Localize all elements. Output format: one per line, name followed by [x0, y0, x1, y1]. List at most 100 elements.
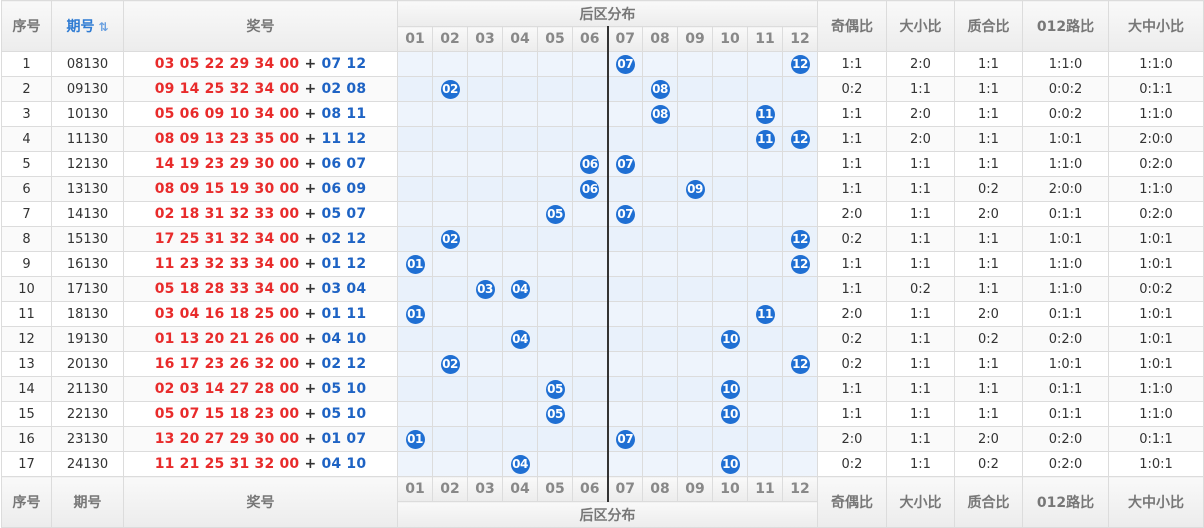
back-ball: 07 [615, 54, 635, 74]
row-big-mid-small: 1:1:0 [1108, 376, 1204, 402]
header-num-12: 12 [782, 26, 818, 52]
back-cell-12 [782, 376, 818, 402]
back-cell-10 [712, 151, 748, 177]
back-ball: 12 [790, 229, 810, 249]
back-cell-03 [467, 226, 503, 252]
back-numbers: 05 10 [321, 381, 367, 397]
back-cell-06 [572, 301, 608, 327]
footer-issue: 期号 [51, 476, 124, 528]
header-num-01: 01 [397, 26, 433, 52]
row-big-small: 2:0 [886, 51, 955, 77]
row-big-mid-small: 1:1:0 [1108, 51, 1204, 77]
col-issue-header[interactable]: 期号 ⇅ [51, 0, 124, 52]
back-cell-12 [782, 301, 818, 327]
back-cell-07 [606, 451, 643, 477]
row-prize-numbers: 08 09 15 19 30 00 + 06 09 [123, 176, 398, 202]
back-cell-08 [642, 51, 678, 77]
header-num-04: 04 [502, 26, 538, 52]
row-issue: 21130 [51, 376, 124, 402]
back-ball: 06 [580, 154, 600, 174]
back-cell-03 [467, 101, 503, 127]
row-prize-numbers: 03 04 16 18 25 00 + 01 11 [123, 301, 398, 327]
row-big-small: 1:1 [886, 326, 955, 352]
row-prime-composite: 1:1 [954, 51, 1023, 77]
footer-num-08: 08 [642, 476, 678, 502]
back-ball: 11 [755, 304, 775, 324]
back-cell-08 [642, 451, 678, 477]
back-cell-04 [502, 351, 538, 377]
back-cell-01 [397, 201, 433, 227]
row-issue: 08130 [51, 51, 124, 77]
back-cell-11: 11 [747, 101, 783, 127]
col-seq-header: 序号 [1, 0, 52, 52]
row-big-small: 0:2 [886, 276, 955, 302]
front-numbers: 03 04 16 18 25 00 [154, 306, 300, 322]
back-cell-07 [606, 176, 643, 202]
header-num-05: 05 [537, 26, 573, 52]
row-seq: 16 [1, 426, 52, 452]
back-cell-04 [502, 301, 538, 327]
back-ball: 04 [510, 279, 530, 299]
back-cell-02 [432, 376, 468, 402]
back-cell-04 [502, 376, 538, 402]
back-cell-02 [432, 251, 468, 277]
back-cell-07: 07 [606, 426, 643, 452]
back-cell-05 [537, 101, 573, 127]
row-big-mid-small: 0:1:1 [1108, 426, 1204, 452]
table-row: 8 15130 17 25 31 32 34 00 + 02 12 02 12 0:2 1:… [1, 226, 1204, 252]
back-cell-09: 09 [677, 176, 713, 202]
back-ball: 11 [755, 104, 775, 124]
col-odd-even-header: 奇偶比 [817, 0, 887, 52]
back-ball: 12 [790, 354, 810, 374]
footer-big-mid-small: 大中小比 [1108, 476, 1204, 528]
back-cell-02 [432, 151, 468, 177]
row-road-012: 0:1:1 [1022, 401, 1109, 427]
row-road-012: 0:2:0 [1022, 326, 1109, 352]
header-num-06: 06 [572, 26, 608, 52]
back-cell-10 [712, 176, 748, 202]
back-cell-01 [397, 376, 433, 402]
row-issue: 12130 [51, 151, 124, 177]
back-numbers: 02 08 [321, 81, 367, 97]
back-cell-07 [606, 101, 643, 127]
back-cell-08 [642, 276, 678, 302]
row-road-012: 0:0:2 [1022, 101, 1109, 127]
back-cell-08 [642, 351, 678, 377]
row-prime-composite: 1:1 [954, 351, 1023, 377]
back-cell-10 [712, 351, 748, 377]
table-row: 3 10130 05 06 09 10 34 00 + 08 11 08 11 1:1 2:… [1, 101, 1204, 127]
row-prize-numbers: 02 18 31 32 33 00 + 05 07 [123, 201, 398, 227]
back-cell-11 [747, 351, 783, 377]
back-cell-07 [606, 76, 643, 102]
back-cell-06 [572, 401, 608, 427]
back-cell-01 [397, 101, 433, 127]
back-numbers: 07 12 [321, 56, 367, 72]
back-cell-09 [677, 326, 713, 352]
table-row: 10 17130 05 18 28 33 34 00 + 03 04 03 04 1:1 0… [1, 276, 1204, 302]
back-cell-10 [712, 276, 748, 302]
row-issue: 16130 [51, 251, 124, 277]
back-numbers: 03 04 [321, 281, 367, 297]
back-numbers: 06 07 [321, 156, 367, 172]
back-numbers: 06 09 [321, 181, 367, 197]
back-cell-02 [432, 401, 468, 427]
row-issue: 13130 [51, 176, 124, 202]
col-big-mid-small-header: 大中小比 [1108, 0, 1204, 52]
header-num-07: 07 [606, 26, 643, 52]
back-ball: 10 [720, 329, 740, 349]
back-cell-08 [642, 201, 678, 227]
back-cell-01 [397, 176, 433, 202]
sort-icon[interactable]: ⇅ [98, 20, 108, 34]
back-cell-11 [747, 326, 783, 352]
row-big-mid-small: 1:0:1 [1108, 301, 1204, 327]
row-seq: 7 [1, 201, 52, 227]
row-road-012: 0:0:2 [1022, 76, 1109, 102]
front-numbers: 02 18 31 32 33 00 [154, 206, 300, 222]
table-footer: 序号 期号 奖号 01 02 03 04 05 06 07 08 09 10 11 12 奇偶比 大小比质… [1, 476, 1204, 528]
back-cell-10 [712, 201, 748, 227]
table-row: 14 21130 02 03 14 27 28 00 + 05 10 05 10 1:1 1… [1, 376, 1204, 402]
row-road-012: 1:0:1 [1022, 351, 1109, 377]
plus-sign: + [304, 281, 317, 297]
row-big-mid-small: 2:0:0 [1108, 126, 1204, 152]
row-issue: 11130 [51, 126, 124, 152]
